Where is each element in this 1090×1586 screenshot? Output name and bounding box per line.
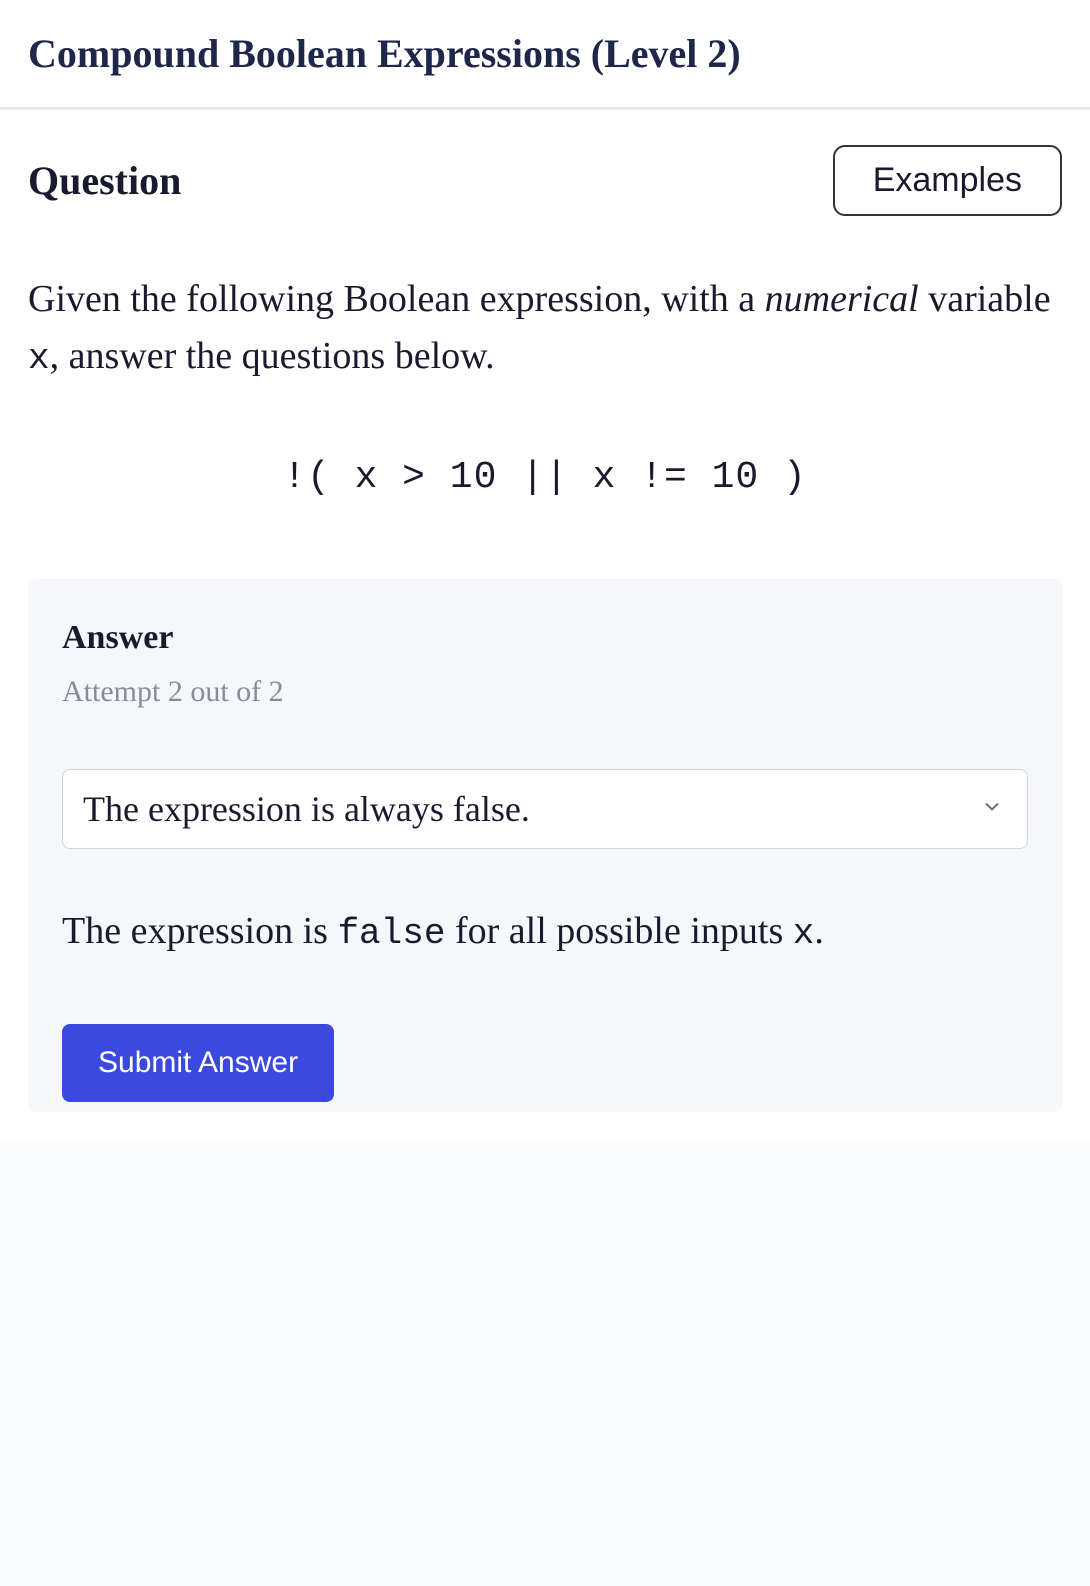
examples-button[interactable]: Examples <box>833 145 1062 216</box>
explanation-post: . <box>814 910 824 952</box>
attempt-counter: Attempt 2 out of 2 <box>62 675 1028 709</box>
answer-explanation: The expression is false for all possible… <box>62 899 1028 964</box>
explanation-mid: for all possible inputs <box>445 910 792 952</box>
boolean-expression: !( x > 10 || x != 10 ) <box>28 456 1062 499</box>
answer-select-wrapper: The expression is always false. <box>62 769 1028 849</box>
question-header-row: Question Examples <box>28 145 1062 216</box>
submit-button[interactable]: Submit Answer <box>62 1024 334 1102</box>
prompt-text-post: , answer the questions below. <box>50 335 495 377</box>
explanation-code: false <box>337 913 445 954</box>
explanation-var: x <box>793 913 815 954</box>
prompt-text-pre: Given the following Boolean expression, … <box>28 278 765 320</box>
answer-heading: Answer <box>62 619 1028 657</box>
answer-dropdown[interactable]: The expression is always false. <box>62 769 1028 849</box>
question-prompt: Given the following Boolean expression, … <box>28 271 1062 386</box>
page-title: Compound Boolean Expressions (Level 2) <box>28 30 1062 77</box>
prompt-text-mid: variable <box>919 278 1051 320</box>
main-content: Question Examples Given the following Bo… <box>0 109 1090 1140</box>
page-header: Compound Boolean Expressions (Level 2) <box>0 0 1090 109</box>
question-heading: Question <box>28 157 181 204</box>
answer-section: Answer Attempt 2 out of 2 The expression… <box>28 579 1062 1112</box>
explanation-pre: The expression is <box>62 910 337 952</box>
prompt-variable: x <box>28 338 50 379</box>
prompt-italic: numerical <box>765 278 919 320</box>
